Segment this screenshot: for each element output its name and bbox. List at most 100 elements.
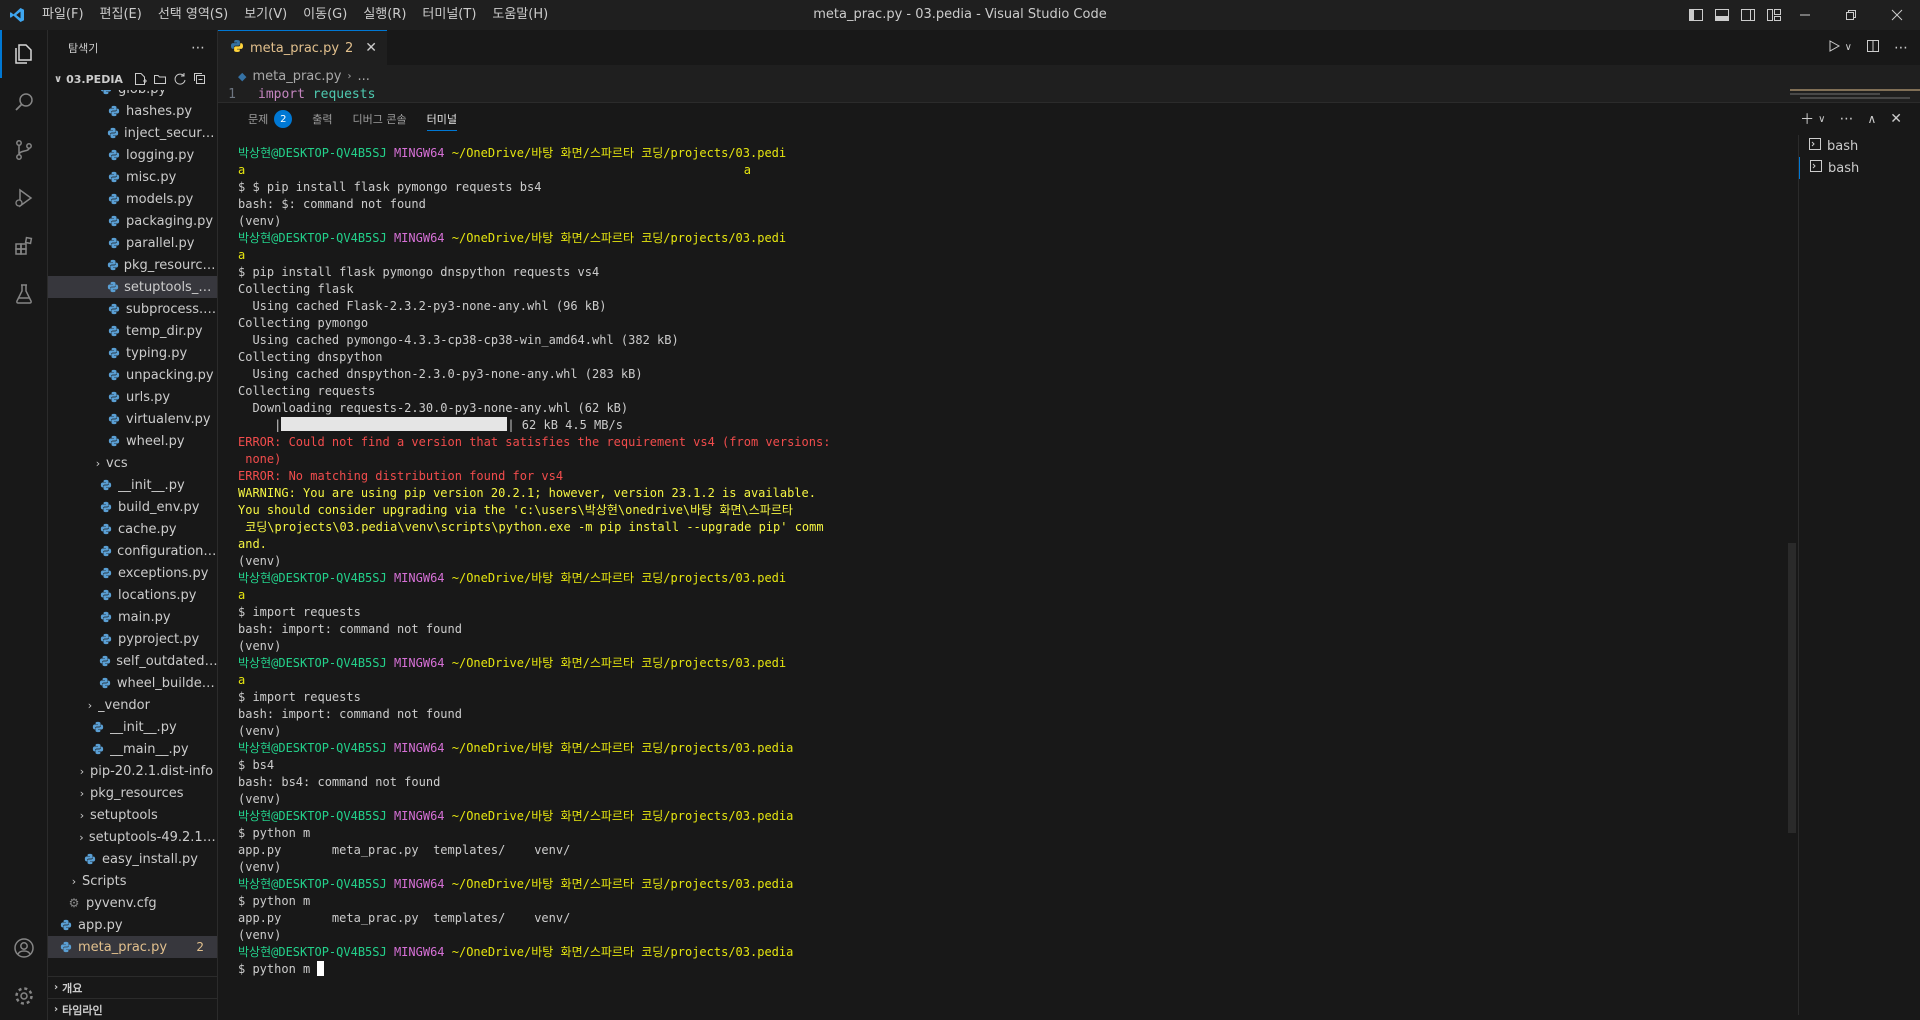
menu-item[interactable]: 보기(V) xyxy=(236,0,295,30)
tree-file[interactable]: typing.py xyxy=(48,342,217,364)
tree-file[interactable]: __main__.py xyxy=(48,738,217,760)
toggle-primary-sidebar-icon[interactable] xyxy=(1688,7,1704,23)
terminal-profile-chevron-icon[interactable]: ∨ xyxy=(1818,114,1825,125)
tree-file[interactable]: urls.py xyxy=(48,386,217,408)
close-tab-icon[interactable]: ✕ xyxy=(365,40,377,56)
tree-file[interactable]: hashes.py xyxy=(48,100,217,122)
tree-file[interactable]: wheel_builder.py xyxy=(48,672,217,694)
new-folder-icon[interactable] xyxy=(153,72,167,86)
tree-file[interactable]: __init__.py xyxy=(48,474,217,496)
tab-problems[interactable]: 문제 2 xyxy=(238,103,302,135)
tree-file[interactable]: misc.py xyxy=(48,166,217,188)
customize-layout-icon[interactable] xyxy=(1766,7,1782,23)
testing-icon[interactable] xyxy=(0,270,48,318)
tree-file[interactable]: __init__.py xyxy=(48,716,217,738)
toggle-panel-icon[interactable] xyxy=(1714,7,1730,23)
terminal-instance-1[interactable]: bash xyxy=(1799,135,1920,157)
terminal-text: MINGW64 xyxy=(393,231,452,245)
maximize-panel-chevron-up-icon[interactable]: ∧ xyxy=(1867,112,1876,126)
tab-debug-console[interactable]: 디버그 콘솔 xyxy=(343,103,417,135)
tree-file[interactable]: setuptools_bui... xyxy=(48,276,217,298)
tree-file[interactable]: parallel.py xyxy=(48,232,217,254)
menu-item[interactable]: 편집(E) xyxy=(92,0,150,30)
source-control-icon[interactable] xyxy=(0,126,48,174)
tree-file[interactable]: exceptions.py xyxy=(48,562,217,584)
terminal-output[interactable]: 박상현@DESKTOP-QV4B5SJ MINGW64 ~/OneDrive/바… xyxy=(238,145,1758,1015)
tree-file[interactable]: temp_dir.py xyxy=(48,320,217,342)
tree-file[interactable]: locations.py xyxy=(48,584,217,606)
tree-folder[interactable]: › _vendor xyxy=(48,694,217,716)
tab-terminal[interactable]: 터미널 xyxy=(417,103,467,135)
menu-item[interactable]: 선택 영역(S) xyxy=(150,0,236,30)
tree-file[interactable]: pkg_resources.... xyxy=(48,254,217,276)
minimap[interactable] xyxy=(1790,87,1920,102)
restore-icon[interactable] xyxy=(1828,0,1874,30)
editor-more-actions-icon[interactable]: ⋯ xyxy=(1894,40,1908,56)
panel-more-actions-icon[interactable]: ⋯ xyxy=(1839,111,1853,127)
workspace-root[interactable]: ∨ 03.PEDIA xyxy=(48,68,207,90)
tree-file[interactable]: inject_securetr... xyxy=(48,122,217,144)
new-terminal-plus-icon[interactable]: ＋ xyxy=(1800,109,1814,129)
run-dropdown-chevron-icon[interactable]: ∨ xyxy=(1845,42,1852,53)
timeline-section[interactable]: › 타임라인 xyxy=(48,998,217,1020)
explorer-icon[interactable] xyxy=(0,30,48,78)
tree-file[interactable]: configuration.py xyxy=(48,540,218,562)
account-icon[interactable] xyxy=(0,924,48,972)
tree-file[interactable]: models.py xyxy=(48,188,217,210)
python-file-icon xyxy=(90,719,106,735)
toggle-secondary-sidebar-icon[interactable] xyxy=(1740,7,1756,23)
chevron-right-icon: › xyxy=(87,698,93,712)
minimize-icon[interactable] xyxy=(1782,0,1828,30)
tree-file[interactable]: pyproject.py xyxy=(48,628,217,650)
breadcrumb-file[interactable]: meta_prac.py xyxy=(252,69,341,84)
menu-item[interactable]: 터미널(T) xyxy=(414,0,484,30)
tree-file[interactable]: glob.py xyxy=(48,90,217,100)
tree-file[interactable]: ⚙ pyvenv.cfg xyxy=(48,892,217,914)
terminal-instance-2[interactable]: bash xyxy=(1799,157,1920,179)
terminal-line: WARNING: You are using pip version 20.2.… xyxy=(238,485,1758,502)
terminal-text: | xyxy=(238,418,282,432)
tree-file[interactable]: self_outdated_c... xyxy=(48,650,217,672)
tree-item-label: configuration.py xyxy=(117,543,218,559)
tab-meta-prac[interactable]: meta_prac.py 2 ✕ xyxy=(218,30,388,65)
breadcrumb-symbols[interactable]: ... xyxy=(357,69,369,84)
refresh-icon[interactable] xyxy=(173,72,187,86)
menu-item[interactable]: 도움말(H) xyxy=(484,0,556,30)
tree-file[interactable]: cache.py xyxy=(48,518,217,540)
tree-file[interactable]: meta_prac.py 2 xyxy=(48,936,217,958)
tree-file[interactable]: virtualenv.py xyxy=(48,408,217,430)
tree-file[interactable]: app.py xyxy=(48,914,217,936)
tree-folder[interactable]: › pkg_resources xyxy=(48,782,217,804)
tab-output[interactable]: 출력 xyxy=(302,103,342,135)
outline-section[interactable]: › 개요 xyxy=(48,976,217,998)
extensions-icon[interactable] xyxy=(0,222,48,270)
terminal-scrollbar[interactable] xyxy=(1788,543,1796,833)
tree-file[interactable]: subprocess.py xyxy=(48,298,217,320)
split-editor-icon[interactable] xyxy=(1866,39,1880,57)
tree-folder[interactable]: › Scripts xyxy=(48,870,217,892)
menu-item[interactable]: 이동(G) xyxy=(295,0,355,30)
tree-folder[interactable]: › pip-20.2.1.dist-info xyxy=(48,760,217,782)
tree-file[interactable]: wheel.py xyxy=(48,430,217,452)
close-window-icon[interactable] xyxy=(1874,0,1920,30)
close-panel-icon[interactable]: ✕ xyxy=(1890,111,1902,127)
settings-gear-icon[interactable] xyxy=(0,972,48,1020)
tree-folder[interactable]: › vcs xyxy=(48,452,217,474)
search-icon[interactable] xyxy=(0,78,48,126)
collapse-all-icon[interactable] xyxy=(193,72,207,86)
tree-file[interactable]: logging.py xyxy=(48,144,217,166)
menu-item[interactable]: 실행(R) xyxy=(355,0,414,30)
tree-file[interactable]: packaging.py xyxy=(48,210,217,232)
more-actions-icon[interactable]: ⋯ xyxy=(191,40,205,56)
tree-file[interactable]: unpacking.py xyxy=(48,364,217,386)
tree-file[interactable]: main.py xyxy=(48,606,217,628)
tree-file[interactable]: easy_install.py xyxy=(48,848,217,870)
menu-item[interactable]: 파일(F) xyxy=(34,0,92,30)
run-python-file-icon[interactable] xyxy=(1827,39,1841,57)
tree-file[interactable]: build_env.py xyxy=(48,496,217,518)
run-debug-icon[interactable] xyxy=(0,174,48,222)
new-file-icon[interactable] xyxy=(133,72,147,86)
code-line[interactable]: 1 import requests xyxy=(218,87,1920,102)
tree-folder[interactable]: › setuptools-49.2.1.d... xyxy=(48,826,217,848)
tree-folder[interactable]: › setuptools xyxy=(48,804,217,826)
